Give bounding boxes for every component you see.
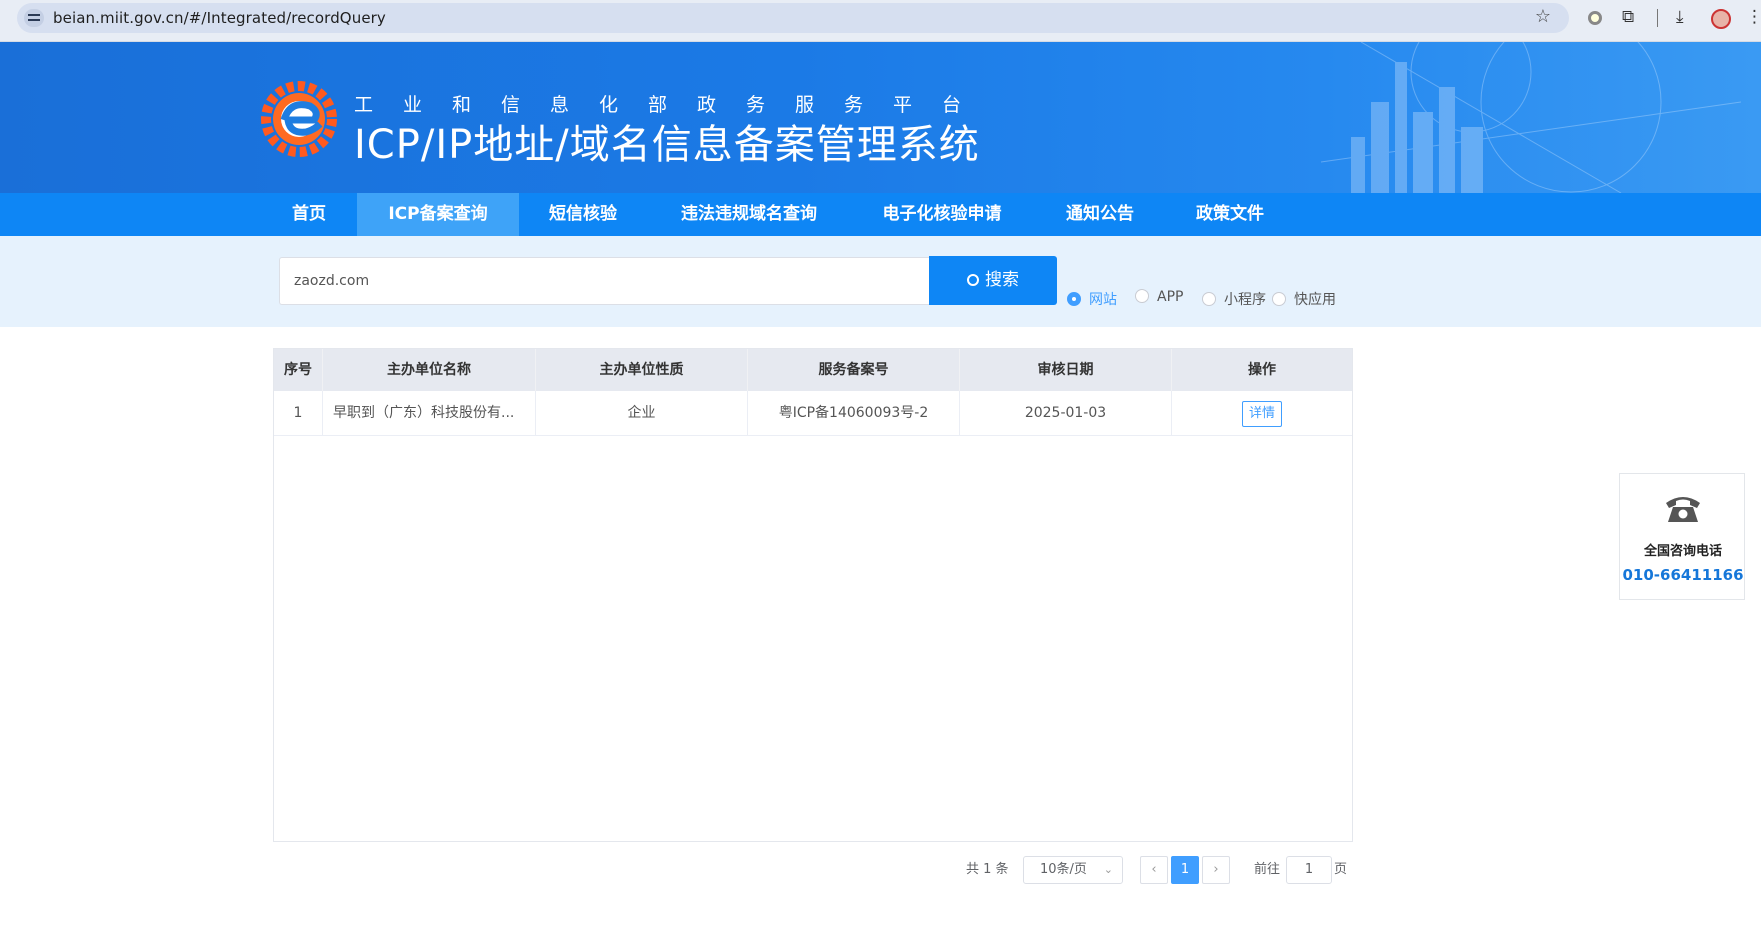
address-bar[interactable]: beian.miit.gov.cn/#/Integrated/recordQue… [17,3,1569,33]
cell-org-name: 早职到（广东）科技股份有... [323,391,536,436]
search-button-label: 搜索 [985,270,1019,290]
nav-icp-query[interactable]: ICP备案查询 [357,193,519,236]
page-size-select[interactable]: 10条/页 ⌄ [1023,856,1123,884]
download-icon[interactable]: ⤓ [1676,7,1684,27]
hotline-label: 全国咨询电话 [1643,544,1722,559]
telephone-icon [1666,497,1700,522]
col-header-record-no: 服务备案号 [748,349,960,391]
search-input[interactable]: zaozd.com [279,257,930,305]
search-button[interactable]: 搜索 [929,256,1057,305]
consult-hotline-widget[interactable]: 全国咨询电话 010-66411166 [1619,473,1745,600]
search-section: zaozd.com 搜索 网站 APP 小程序 快应用 [0,236,1761,327]
profile-avatar[interactable] [1711,9,1731,29]
nav-home[interactable]: 首页 [270,193,348,236]
url-text[interactable]: beian.miit.gov.cn/#/Integrated/recordQue… [53,9,386,27]
cell-index: 1 [274,391,323,436]
goto-prefix: 前往 [1254,862,1281,877]
goto-page-input[interactable]: 1 [1286,856,1332,884]
radio-website[interactable]: 网站 [1067,289,1117,309]
extension-icon[interactable] [1588,11,1602,25]
radio-dot [1272,292,1286,306]
radio-label: 网站 [1089,292,1117,308]
radio-label: 小程序 [1224,292,1266,308]
site-info-icon[interactable] [24,9,44,27]
cell-record-no: 粤ICP备14060093号-2 [748,391,960,436]
radio-label: APP [1157,289,1184,305]
radio-quick-app[interactable]: 快应用 [1272,289,1336,309]
nav-e-verify-apply[interactable]: 电子化核验申请 [870,193,1014,236]
extensions-puzzle-icon[interactable]: ⧉ [1622,7,1634,27]
nav-illegal-domain-query[interactable]: 违法违规域名查询 [668,193,830,236]
search-icon [967,274,979,286]
radio-dot [1067,292,1081,306]
nav-notices[interactable]: 通知公告 [1055,193,1145,236]
col-header-index: 序号 [274,349,323,391]
detail-button[interactable]: 详情 [1241,401,1282,427]
radio-mini-program[interactable]: 小程序 [1202,289,1266,309]
toolbar-divider [1657,9,1658,27]
cell-audit-date: 2025-01-03 [960,391,1172,436]
main-nav: 首页 ICP备案查询 短信核验 违法违规域名查询 电子化核验申请 通知公告 政策… [0,193,1761,236]
nav-sms-verify[interactable]: 短信核验 [535,193,631,236]
browser-toolbar: beian.miit.gov.cn/#/Integrated/recordQue… [0,0,1761,42]
goto-suffix: 页 [1334,862,1348,877]
cell-org-type: 企业 [536,391,748,436]
chevron-down-icon: ⌄ [1103,863,1113,876]
cell-action: 详情 [1172,391,1352,436]
next-page-button[interactable]: › [1202,856,1230,884]
prev-page-button[interactable]: ‹ [1140,856,1168,884]
header-banner: 工业和信息化部政务服务平台 ICP/IP地址/域名信息备案管理系统 [0,42,1761,193]
table-header: 序号 主办单位名称 主办单位性质 服务备案号 审核日期 操作 [274,349,1352,391]
page-size-value: 10条/页 [1040,862,1087,877]
col-header-org-type: 主办单位性质 [536,349,748,391]
city-skyline-decoration [1321,42,1741,193]
miit-logo [261,81,337,157]
hotline-number: 010-66411166 [1622,566,1744,584]
page-number-button[interactable]: 1 [1171,856,1199,884]
col-header-org-name: 主办单位名称 [323,349,536,391]
radio-app[interactable]: APP [1135,289,1183,305]
col-header-audit-date: 审核日期 [960,349,1172,391]
table-row: 1 早职到（广东）科技股份有... 企业 粤ICP备14060093号-2 20… [274,391,1352,436]
results-table: 序号 主办单位名称 主办单位性质 服务备案号 审核日期 操作 1 早职到（广东）… [273,348,1353,842]
bookmark-star-icon[interactable]: ☆ [1535,6,1551,27]
col-header-action: 操作 [1248,362,1276,378]
menu-kebab-icon[interactable]: ⋮ [1746,7,1761,27]
nav-policy-docs[interactable]: 政策文件 [1185,193,1275,236]
radio-dot [1202,292,1216,306]
system-title: ICP/IP地址/域名信息备案管理系统 [354,122,980,168]
radio-label: 快应用 [1294,292,1336,308]
pagination-total: 共 1 条 [966,862,1009,877]
radio-dot [1135,289,1149,303]
